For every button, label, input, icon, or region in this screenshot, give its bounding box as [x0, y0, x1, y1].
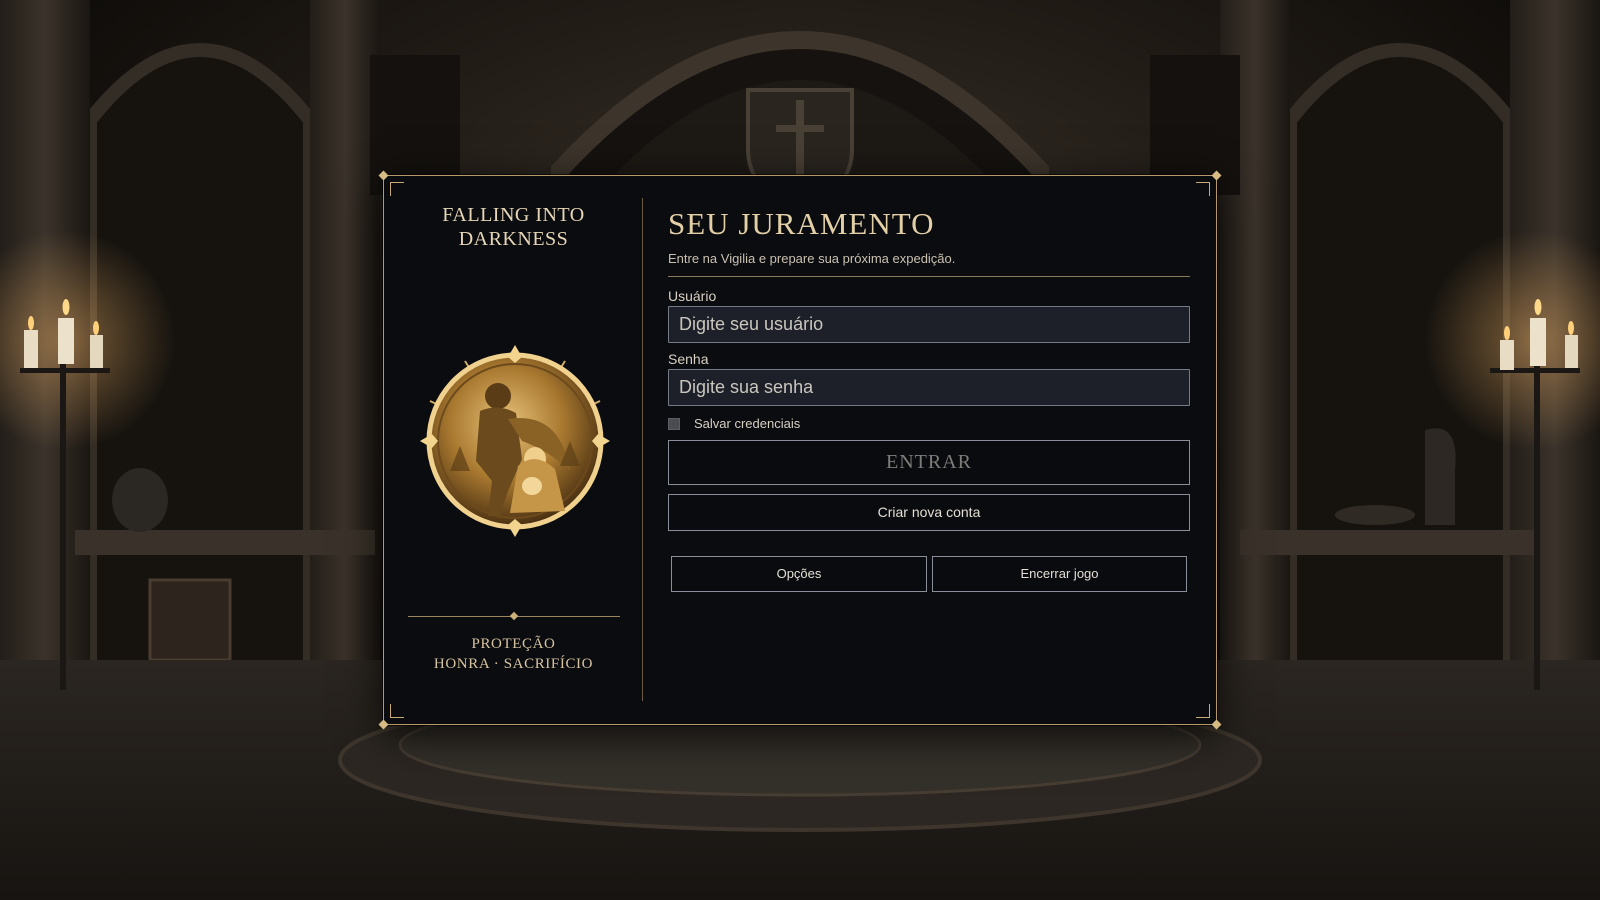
- quit-game-button[interactable]: Encerrar jogo: [932, 556, 1187, 592]
- frame-corner-top-right: [1196, 182, 1210, 196]
- username-label: Usuário: [668, 288, 717, 304]
- knight-and-mother-medallion-icon: [420, 345, 610, 537]
- motto: PROTEÇÃO HONRA · SACRIFÍCIO: [384, 634, 643, 674]
- login-panel: FALLING INTO DARKNESS PROTEÇÃO HONRA · S…: [378, 170, 1222, 730]
- username-input[interactable]: [668, 306, 1190, 343]
- form-title: SEU JURAMENTO: [668, 206, 935, 241]
- brand-column: FALLING INTO DARKNESS PROTEÇÃO HONRA · S…: [384, 176, 643, 724]
- enter-button[interactable]: ENTRAR: [668, 440, 1190, 485]
- options-button[interactable]: Opções: [671, 556, 927, 592]
- create-account-button[interactable]: Criar nova conta: [668, 494, 1190, 531]
- motto-line-honor-sacrifice: HONRA · SACRIFÍCIO: [433, 656, 594, 672]
- frame-corner-bottom-right: [1196, 704, 1210, 718]
- password-input[interactable]: [668, 369, 1190, 406]
- motto-divider-ornament: [509, 611, 519, 621]
- save-credentials-checkbox[interactable]: [668, 417, 680, 430]
- title-divider: [668, 276, 1190, 277]
- form-subtitle: Entre na Vigilia e prepare sua próxima e…: [668, 251, 956, 266]
- game-title: FALLING INTO DARKNESS: [442, 204, 585, 250]
- password-label: Senha: [668, 351, 709, 367]
- motto-line-protection: PROTEÇÃO: [471, 636, 556, 652]
- save-credentials-toggle[interactable]: Salvar credenciais: [668, 416, 800, 431]
- column-divider: [642, 198, 643, 701]
- save-credentials-label: Salvar credenciais: [694, 416, 801, 431]
